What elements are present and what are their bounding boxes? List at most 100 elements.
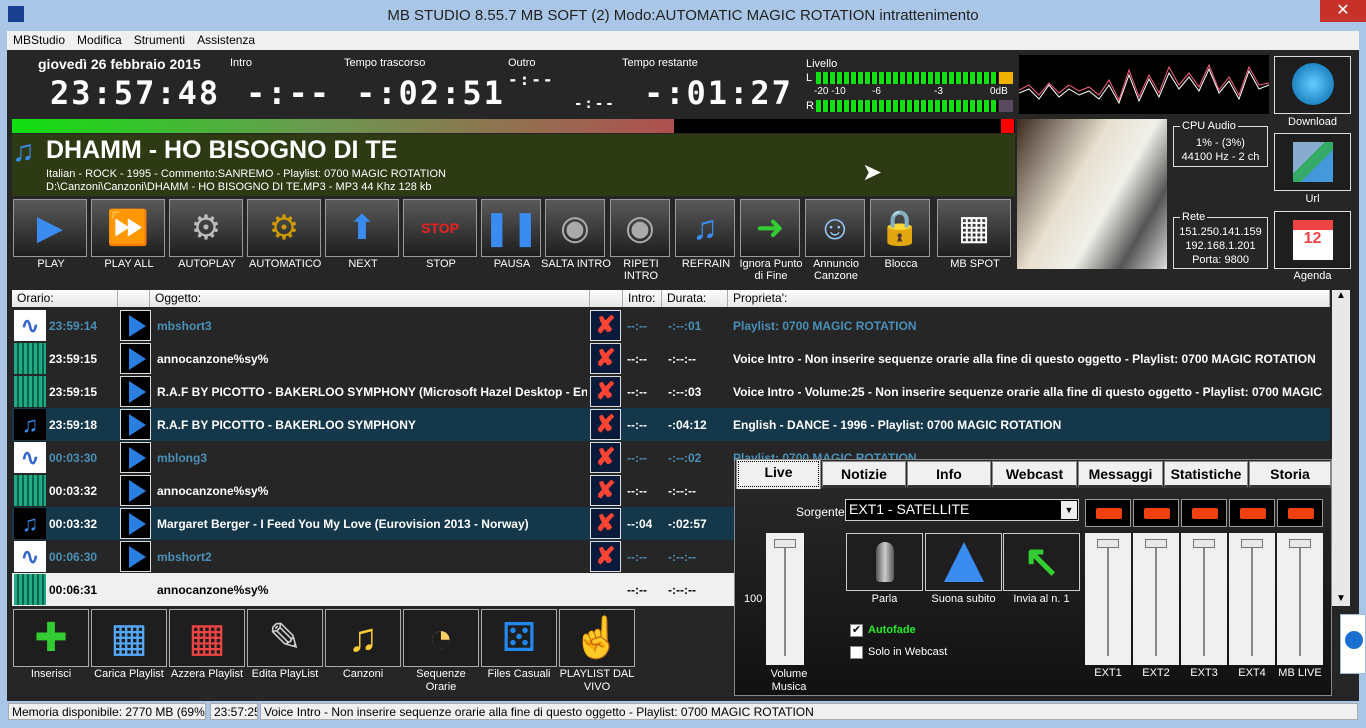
- bottom-button-sequenze-orarie[interactable]: ◔: [403, 609, 479, 667]
- tab-statistiche[interactable]: Statistiche: [1164, 461, 1248, 488]
- row-delete-button[interactable]: ✘: [590, 475, 621, 506]
- url-button[interactable]: [1274, 133, 1351, 191]
- header-time[interactable]: Orario:: [12, 290, 118, 307]
- channel-fader-ext1[interactable]: [1085, 533, 1131, 665]
- channel-led-button[interactable]: [1229, 499, 1275, 527]
- autofade-checkbox[interactable]: ✔: [850, 624, 863, 637]
- channel-led-button[interactable]: [1277, 499, 1323, 527]
- row-delete-button[interactable]: ✘: [590, 442, 621, 473]
- send-to-first-button[interactable]: ↖: [1003, 533, 1080, 591]
- row-play-button[interactable]: [120, 541, 151, 572]
- menu-strumenti[interactable]: Strumenti: [128, 31, 191, 47]
- menu-modifica[interactable]: Modifica: [71, 31, 128, 47]
- row-delete-button[interactable]: ✘: [590, 508, 621, 539]
- channel-fader-ext4[interactable]: [1229, 533, 1275, 665]
- header-intro[interactable]: Intro:: [623, 290, 662, 307]
- row-intro: --:--: [627, 418, 647, 432]
- tab-live[interactable]: Live: [736, 459, 821, 489]
- menu-mbstudio[interactable]: MBStudio: [7, 31, 71, 47]
- row-delete-button[interactable]: ✘: [590, 541, 621, 572]
- header-duration[interactable]: Durata:: [662, 290, 728, 307]
- fader-knob[interactable]: [1145, 539, 1167, 548]
- playlist-scrollbar[interactable]: ▲ ▼: [1332, 290, 1350, 606]
- toolbar-button-blocca[interactable]: 🔒: [870, 199, 930, 257]
- toolbar-button-refrain[interactable]: ♫: [675, 199, 735, 257]
- toolbar-button-play-all[interactable]: ⏩: [91, 199, 165, 257]
- row-play-button[interactable]: [120, 310, 151, 341]
- fader-knob[interactable]: [1241, 539, 1263, 548]
- toolbar-button-pausa[interactable]: ❚❚: [481, 199, 541, 257]
- download-button[interactable]: [1274, 56, 1351, 114]
- toolbar-button-salta-intro[interactable]: ◉: [545, 199, 605, 257]
- skip-intro-disc-icon: ◉: [560, 209, 590, 247]
- row-delete-button[interactable]: ✘: [590, 376, 621, 407]
- fader-knob[interactable]: [1097, 539, 1119, 548]
- play-now-button[interactable]: [925, 533, 1002, 591]
- row-play-button[interactable]: [120, 442, 151, 473]
- toolbar-button-stop[interactable]: STOP: [403, 199, 477, 257]
- toolbar-button-ignora-punto-di-fine[interactable]: ➜: [740, 199, 800, 257]
- playback-progress-bar[interactable]: [12, 119, 1015, 133]
- table-row[interactable]: ♫ 23:59:18 ✘ R.A.F BY PICOTTO - BAKERLOO SY…: [12, 408, 1330, 441]
- announce-song-icon: ☺: [817, 209, 853, 247]
- webcast-only-checkbox[interactable]: [850, 646, 863, 659]
- row-play-button[interactable]: [120, 409, 151, 440]
- toolbar-button-mb-spot[interactable]: ▦: [937, 199, 1011, 257]
- header-delete[interactable]: [590, 290, 623, 307]
- chevron-down-icon[interactable]: ▼: [1061, 501, 1077, 519]
- row-play-button[interactable]: [120, 508, 151, 539]
- bottom-button-playlist-dal-vivo[interactable]: ☝: [559, 609, 635, 667]
- toolbar-button-next[interactable]: ⬆: [325, 199, 399, 257]
- waveform-icon: [14, 343, 46, 374]
- header-properties[interactable]: Proprieta':: [728, 290, 1330, 307]
- row-delete-button[interactable]: ✘: [590, 343, 621, 374]
- bottom-button-azzera-playlist[interactable]: ▦: [169, 609, 245, 667]
- agenda-button[interactable]: 12: [1274, 211, 1351, 269]
- channel-label: MB LIVE: [1278, 667, 1322, 679]
- tab-storia[interactable]: Storia: [1249, 461, 1331, 488]
- fader-knob[interactable]: [1193, 539, 1215, 548]
- bottom-button-files-casuali[interactable]: ⚄: [481, 609, 557, 667]
- scroll-up-icon[interactable]: ▲: [1336, 290, 1346, 301]
- header-object[interactable]: Oggetto:: [150, 290, 590, 307]
- tab-webcast[interactable]: Webcast: [992, 461, 1077, 488]
- row-play-button[interactable]: [120, 376, 151, 407]
- bottom-button-carica-playlist[interactable]: ▦: [91, 609, 167, 667]
- bottom-button-edita-playlist[interactable]: ✎: [247, 609, 323, 667]
- source-select[interactable]: EXT1 - SATELLITE ▼: [845, 499, 1079, 521]
- scroll-down-icon[interactable]: ▼: [1332, 593, 1350, 604]
- channel-led-button[interactable]: [1181, 499, 1227, 527]
- talk-button[interactable]: [846, 533, 923, 591]
- toolbar-button-play[interactable]: ▶: [13, 199, 87, 257]
- row-object: R.A.F BY PICOTTO - BAKERLOO SYMPHONY (Mi…: [157, 385, 587, 399]
- music-volume-slider[interactable]: [766, 533, 804, 665]
- menu-assistenza[interactable]: Assistenza: [191, 31, 261, 47]
- tab-messaggi[interactable]: Messaggi: [1078, 461, 1163, 488]
- play-icon: [129, 513, 146, 535]
- table-row[interactable]: 23:59:15 ✘ R.A.F BY PICOTTO - BAKERLOO SYM…: [12, 375, 1330, 408]
- network-box: Rete 151.250.141.159 192.168.1.201 Porta: 9…: [1173, 210, 1268, 269]
- row-delete-button[interactable]: ✘: [590, 310, 621, 341]
- bottom-button-canzoni[interactable]: ♫: [325, 609, 401, 667]
- channel-fader-ext2[interactable]: [1133, 533, 1179, 665]
- toolbar-button-automatico[interactable]: ⚙: [247, 199, 321, 257]
- row-play-button[interactable]: [120, 343, 151, 374]
- toolbar-button-annuncio-canzone[interactable]: ☺: [805, 199, 865, 257]
- tab-notizie[interactable]: Notizie: [822, 461, 906, 488]
- close-button[interactable]: ✕: [1320, 0, 1366, 22]
- tab-info[interactable]: Info: [907, 461, 991, 488]
- row-play-button[interactable]: [120, 475, 151, 506]
- teamviewer-tab[interactable]: [1340, 614, 1366, 674]
- channel-fader-mb-live[interactable]: [1277, 533, 1323, 665]
- fader-knob[interactable]: [1289, 539, 1311, 548]
- toolbar-button-ripeti-intro[interactable]: ◉: [610, 199, 670, 257]
- bottom-button-inserisci[interactable]: ✚: [13, 609, 89, 667]
- row-delete-button[interactable]: ✘: [590, 409, 621, 440]
- header-play[interactable]: [118, 290, 150, 307]
- channel-fader-ext3[interactable]: [1181, 533, 1227, 665]
- table-row[interactable]: 23:59:15 ✘ annocanzone%sy% --:-- -:--:-- Voic…: [12, 342, 1330, 375]
- channel-led-button[interactable]: [1085, 499, 1131, 527]
- toolbar-button-autoplay[interactable]: ⚙: [169, 199, 243, 257]
- table-row[interactable]: ∿ 23:59:14 ✘ mbshort3 --:-- -:--:01 Playlist: …: [12, 309, 1330, 342]
- channel-led-button[interactable]: [1133, 499, 1179, 527]
